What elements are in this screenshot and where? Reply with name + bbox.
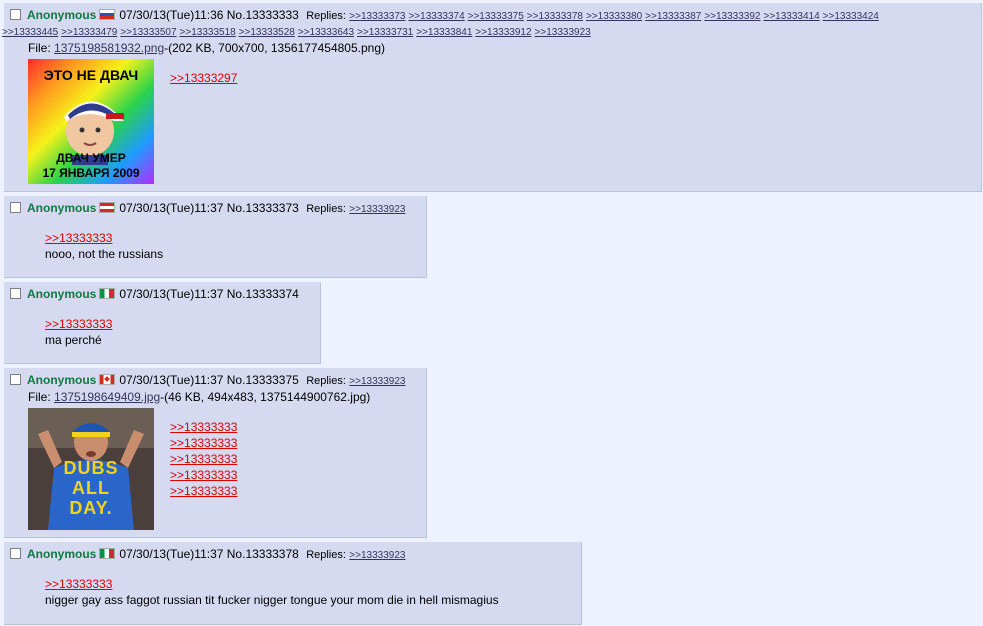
reply-link[interactable]: >>13333507	[120, 27, 176, 38]
post-number[interactable]: No.13333375	[227, 373, 299, 387]
post-message: >>13333333 >>13333333 >>13333333 >>13333…	[170, 419, 237, 499]
reply-link[interactable]: >>13333923	[349, 376, 405, 387]
quote-link[interactable]: >>13333333	[45, 230, 163, 246]
post-datetime: 07/30/13(Tue)11:37	[119, 201, 224, 215]
reply-link[interactable]: >>13333479	[61, 27, 117, 38]
post-text: nooo, not the russians	[45, 247, 164, 261]
post-number[interactable]: No.13333333	[227, 8, 299, 22]
file-info: File: 1375198581932.png-(202 KB, 700x700…	[28, 41, 385, 55]
post-header: Anonymous 07/30/13(Tue)11:37 No.13333378 …	[10, 547, 408, 561]
select-checkbox[interactable]	[10, 202, 21, 213]
select-checkbox[interactable]	[10, 374, 21, 385]
italy-flag-icon	[99, 288, 116, 299]
quote-link[interactable]: >>13333333	[170, 483, 237, 499]
poster-name: Anonymous	[27, 547, 97, 561]
italy-flag-icon	[99, 548, 116, 559]
post-number[interactable]: No.13333373	[227, 201, 299, 215]
image-shirt-text-2: ALL	[72, 478, 110, 498]
post-image[interactable]: DUBS ALL DAY.	[28, 408, 154, 530]
select-checkbox[interactable]	[10, 288, 21, 299]
reply-link[interactable]: >>13333375	[468, 11, 524, 22]
reply-link[interactable]: >>13333424	[823, 11, 879, 22]
post-datetime: 07/30/13(Tue)11:36	[119, 8, 224, 22]
post-header: Anonymous 07/30/13(Tue)11:37 No.13333373 …	[10, 201, 408, 215]
post-datetime: 07/30/13(Tue)11:37	[119, 287, 224, 301]
reply-link[interactable]: >>13333912	[475, 27, 531, 38]
austria-flag-icon	[99, 202, 116, 213]
select-checkbox[interactable]	[10, 548, 21, 559]
post-13333374: Anonymous 07/30/13(Tue)11:37 No.13333374 …	[4, 282, 321, 364]
quote-link[interactable]: >>13333333	[170, 435, 237, 451]
reply-link[interactable]: >>13333643	[298, 27, 354, 38]
replies-list: >>13333373 >>13333374 >>13333375 >>13333378…	[349, 8, 882, 22]
reply-link[interactable]: >>13333923	[535, 27, 591, 38]
poster-name: Anonymous	[27, 8, 97, 22]
reply-link[interactable]: >>13333392	[704, 11, 760, 22]
quote-link[interactable]: >>13333333	[45, 316, 112, 332]
reply-link[interactable]: >>13333374	[408, 11, 464, 22]
quote-link[interactable]: >>13333333	[45, 576, 499, 592]
replies-label: Replies:	[306, 549, 346, 561]
reply-link[interactable]: >>13333923	[349, 204, 405, 215]
file-info: File: 1375198649409.jpg-(46 KB, 494x483,…	[28, 390, 370, 404]
file-link[interactable]: 1375198581932.png	[54, 41, 164, 55]
post-image[interactable]: ЭТО НЕ ДВАЧ ДВАЧ УМЕР 17 ЯНВАРЯ 2009	[28, 59, 154, 184]
quote-link[interactable]: >>13333297	[170, 70, 237, 86]
post-13333378: Anonymous 07/30/13(Tue)11:37 No.13333378 …	[4, 542, 582, 625]
post-number[interactable]: No.13333378	[227, 547, 299, 561]
reply-link[interactable]: >>13333731	[357, 27, 413, 38]
post-message: >>13333333 nooo, not the russians	[45, 230, 163, 262]
post-message: >>13333333 nigger gay ass faggot russian…	[45, 576, 499, 608]
quote-link[interactable]: >>13333333	[170, 451, 237, 467]
post-header: Anonymous 07/30/13(Tue)11:37 No.13333375 …	[10, 373, 408, 387]
image-caption-bottom-1: ДВАЧ УМЕР	[56, 151, 126, 165]
reply-link[interactable]: >>13333518	[180, 27, 236, 38]
image-caption-bottom-2: 17 ЯНВАРЯ 2009	[42, 166, 140, 180]
replies-label: Replies:	[306, 203, 346, 215]
post-13333373: Anonymous 07/30/13(Tue)11:37 No.13333373 …	[4, 196, 427, 278]
poster-name: Anonymous	[27, 201, 97, 215]
image-caption-top: ЭТО НЕ ДВАЧ	[43, 67, 139, 83]
post-text: nigger gay ass faggot russian tit fucker…	[45, 593, 499, 607]
reply-link[interactable]: >>13333528	[239, 27, 295, 38]
file-label: File:	[28, 390, 51, 404]
poster-name: Anonymous	[27, 287, 97, 301]
post-13333375: Anonymous 07/30/13(Tue)11:37 No.13333375 …	[4, 368, 427, 538]
post-13333333: Anonymous 07/30/13(Tue)11:36 No.13333333 …	[2, 3, 982, 192]
reply-link[interactable]: >>13333841	[416, 27, 472, 38]
reply-link[interactable]: >>13333445	[2, 27, 58, 38]
reply-link[interactable]: >>13333373	[349, 11, 405, 22]
replies-label: Replies:	[306, 10, 346, 22]
quote-link[interactable]: >>13333333	[170, 419, 237, 435]
post-datetime: 07/30/13(Tue)11:37	[119, 547, 224, 561]
post-number[interactable]: No.13333374	[227, 287, 299, 301]
replies-list-continued: >>13333445 >>13333479 >>13333507 >>13333518…	[2, 27, 594, 38]
post-message: >>13333297	[170, 70, 237, 86]
canada-flag-icon	[99, 374, 116, 385]
file-meta: -(46 KB, 494x483, 1375144900762.jpg)	[160, 390, 371, 404]
reply-link[interactable]: >>13333387	[645, 11, 701, 22]
reply-link[interactable]: >>13333414	[763, 11, 819, 22]
post-text: ma perché	[45, 333, 102, 347]
reply-link[interactable]: >>13333380	[586, 11, 642, 22]
replies-label: Replies:	[306, 375, 346, 387]
image-shirt-text-1: DUBS	[63, 458, 119, 478]
quote-link[interactable]: >>13333333	[170, 467, 237, 483]
post-header: Anonymous 07/30/13(Tue)11:37 No.13333374	[10, 287, 299, 301]
post-header: Anonymous 07/30/13(Tue)11:36 No.13333333 …	[10, 8, 882, 22]
post-message: >>13333333 ma perché	[45, 316, 112, 348]
image-shirt-text-3: DAY.	[69, 498, 113, 518]
russia-flag-icon	[99, 9, 116, 20]
post-datetime: 07/30/13(Tue)11:37	[119, 373, 224, 387]
file-link[interactable]: 1375198649409.jpg	[54, 390, 160, 404]
reply-link[interactable]: >>13333378	[527, 11, 583, 22]
file-meta: -(202 KB, 700x700, 1356177454805.png)	[164, 41, 385, 55]
file-label: File:	[28, 41, 51, 55]
poster-name: Anonymous	[27, 373, 97, 387]
reply-link[interactable]: >>13333923	[349, 550, 405, 561]
select-checkbox[interactable]	[10, 9, 21, 20]
